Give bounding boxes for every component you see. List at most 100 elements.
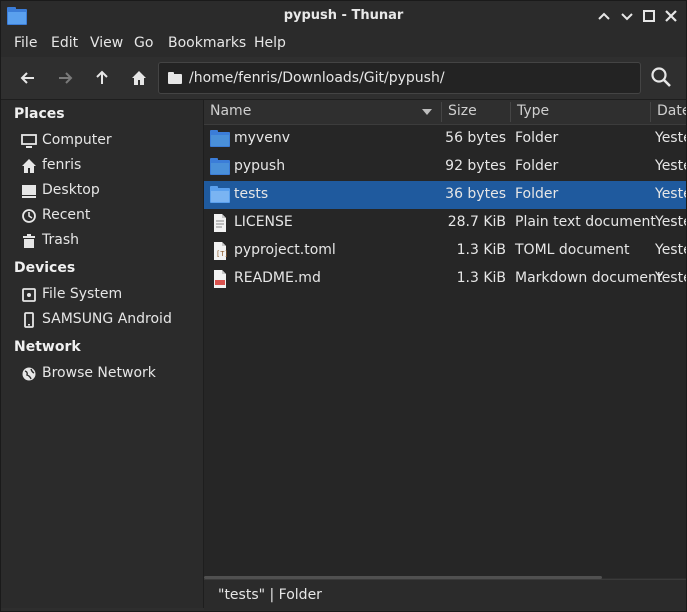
sidebar-item-label: fenris — [42, 157, 82, 173]
search-icon[interactable] — [650, 66, 672, 88]
file-name: pyproject.toml — [234, 242, 336, 258]
up-button[interactable] — [92, 68, 112, 88]
arrow-left-icon — [20, 72, 34, 84]
globe-icon — [21, 366, 37, 382]
file-size: 1.3 KiB — [456, 270, 506, 286]
menu-file[interactable]: File — [14, 35, 37, 51]
file-name: pypush — [234, 158, 286, 174]
file-date: Yeste — [655, 130, 686, 146]
file-type: Markdown document — [515, 270, 663, 286]
sidebar-item-samsung-android[interactable]: SAMSUNG Android — [21, 309, 201, 331]
file-row[interactable]: myvenv 56 bytes Folder Yeste — [204, 125, 686, 153]
file-name: myvenv — [234, 130, 290, 146]
drive-icon — [21, 287, 37, 303]
file-row[interactable]: pypush 92 bytes Folder Yeste — [204, 153, 686, 181]
desktop-icon — [21, 183, 37, 199]
file-type: Folder — [515, 186, 559, 202]
menu-view[interactable]: View — [90, 35, 123, 51]
home-icon — [21, 158, 37, 174]
phone-icon — [21, 312, 37, 328]
file-name: tests — [234, 186, 269, 202]
minimize-icon[interactable] — [618, 7, 636, 25]
file-row[interactable]: [T] pyproject.toml 1.3 KiB TOML document… — [204, 237, 686, 265]
file-size: 1.3 KiB — [456, 242, 506, 258]
file-list[interactable]: Name Size Type Date myvenv 56 bytes Fold… — [204, 100, 686, 578]
sort-descending-icon — [422, 109, 432, 115]
menu-go[interactable]: Go — [134, 35, 153, 51]
thunar-window: pypush - Thunar File Edit View Go Bookma… — [0, 0, 687, 612]
column-date[interactable]: Date — [657, 103, 686, 119]
arrow-right-icon — [59, 72, 73, 84]
places-heading: Places — [14, 106, 65, 122]
folder-icon — [210, 129, 230, 149]
markdown-file-icon — [210, 269, 230, 289]
menu-edit[interactable]: Edit — [51, 35, 78, 51]
file-date: Yeste — [655, 158, 686, 174]
file-size: 92 bytes — [445, 158, 506, 174]
window-title: pypush - Thunar — [283, 8, 404, 23]
sidebar-item-recent[interactable]: Recent — [21, 205, 201, 227]
toolbar: /home/fenris/Downloads/Git/pypush/ — [1, 57, 686, 100]
back-button[interactable] — [18, 68, 38, 88]
column-type[interactable]: Type — [517, 103, 549, 119]
sidebar-item-label: Desktop — [42, 182, 100, 198]
location-bar[interactable]: /home/fenris/Downloads/Git/pypush/ — [158, 62, 641, 94]
status-text: "tests" | Folder — [218, 587, 322, 603]
folder-icon — [210, 185, 230, 205]
chevron-up-icon[interactable] — [595, 7, 613, 25]
file-size: 36 bytes — [445, 186, 506, 202]
maximize-icon[interactable] — [640, 7, 658, 25]
text-file-icon — [210, 213, 230, 233]
file-date: Yeste — [655, 186, 686, 202]
sidebar-item-desktop[interactable]: Desktop — [21, 180, 201, 202]
toml-file-icon: [T] — [210, 241, 230, 261]
file-type: Folder — [515, 158, 559, 174]
sidebar-item-file-system[interactable]: File System — [21, 284, 201, 306]
title-bar[interactable]: pypush - Thunar — [1, 1, 686, 31]
file-type: Folder — [515, 130, 559, 146]
file-date: Yeste — [655, 242, 686, 258]
sidebar-item-fenris[interactable]: fenris — [21, 155, 201, 177]
network-heading: Network — [14, 339, 81, 355]
menu-help[interactable]: Help — [254, 35, 286, 51]
file-size: 28.7 KiB — [447, 214, 506, 230]
column-separator[interactable] — [650, 102, 651, 122]
column-header: Name Size Type Date — [204, 100, 686, 125]
home-icon — [132, 71, 146, 85]
folder-icon — [168, 72, 182, 88]
file-date: Yeste — [655, 270, 686, 286]
home-button[interactable] — [129, 68, 149, 88]
sidebar-item-label: SAMSUNG Android — [42, 311, 172, 327]
forward-button[interactable] — [55, 68, 75, 88]
devices-heading: Devices — [14, 260, 76, 276]
status-bar: "tests" | Folder — [204, 579, 686, 610]
file-row[interactable]: README.md 1.3 KiB Markdown document Yest… — [204, 265, 686, 293]
close-icon[interactable] — [662, 7, 680, 25]
file-date: Yeste — [655, 214, 686, 230]
sidebar-item-computer[interactable]: Computer — [21, 130, 201, 152]
file-size: 56 bytes — [445, 130, 506, 146]
sidebar-item-label: Browse Network — [42, 365, 156, 381]
column-name[interactable]: Name — [210, 103, 251, 119]
sidebar-item-label: Computer — [42, 132, 112, 148]
file-name: LICENSE — [234, 214, 293, 230]
sidebar-item-label: Recent — [42, 207, 91, 223]
menu-bookmarks[interactable]: Bookmarks — [168, 35, 246, 51]
location-path[interactable]: /home/fenris/Downloads/Git/pypush/ — [189, 70, 445, 86]
column-separator[interactable] — [441, 102, 442, 122]
file-row-selected[interactable]: tests 36 bytes Folder Yeste — [204, 181, 686, 209]
arrow-up-icon — [96, 70, 108, 84]
file-type: TOML document — [515, 242, 630, 258]
column-size[interactable]: Size — [448, 103, 477, 119]
sidebar-item-browse-network[interactable]: Browse Network — [21, 363, 201, 385]
sidebar-item-trash[interactable]: Trash — [21, 230, 201, 252]
file-type: Plain text document — [515, 214, 656, 230]
folder-icon — [210, 157, 230, 177]
file-row[interactable]: LICENSE 28.7 KiB Plain text document Yes… — [204, 209, 686, 237]
sidebar-item-label: Trash — [42, 232, 79, 248]
trash-icon — [21, 233, 37, 249]
clock-icon — [21, 208, 37, 224]
menu-bar: File Edit View Go Bookmarks Help — [1, 31, 686, 57]
column-separator[interactable] — [510, 102, 511, 122]
sidebar: Places Computer fenris Desktop Recent Tr… — [1, 100, 204, 608]
